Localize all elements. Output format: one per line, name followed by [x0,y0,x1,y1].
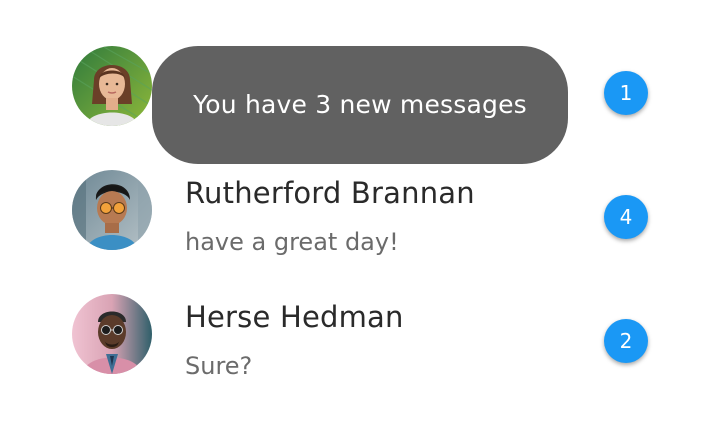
conversation-item[interactable]: Rutherford Brannan have a great day! 4 [0,148,720,272]
contact-name: Herse Hedman [185,300,404,334]
conversation-list: 1 Rutherford Brannan have a great day! 4… [0,0,720,432]
person-photo-icon [72,294,152,374]
unread-count-badge: 2 [604,319,648,363]
unread-count-badge: 1 [604,71,648,115]
unread-count-badge: 4 [604,195,648,239]
new-messages-toast[interactable]: You have 3 new messages [152,46,568,164]
person-photo-icon [72,170,152,250]
avatar[interactable] [72,46,152,126]
person-photo-icon [72,46,152,126]
contact-name: Rutherford Brannan [185,176,475,210]
avatar[interactable] [72,170,152,250]
message-preview: Sure? [185,352,253,380]
avatar[interactable] [72,294,152,374]
message-preview: have a great day! [185,228,399,256]
conversation-item[interactable]: Herse Hedman Sure? 2 [0,272,720,396]
